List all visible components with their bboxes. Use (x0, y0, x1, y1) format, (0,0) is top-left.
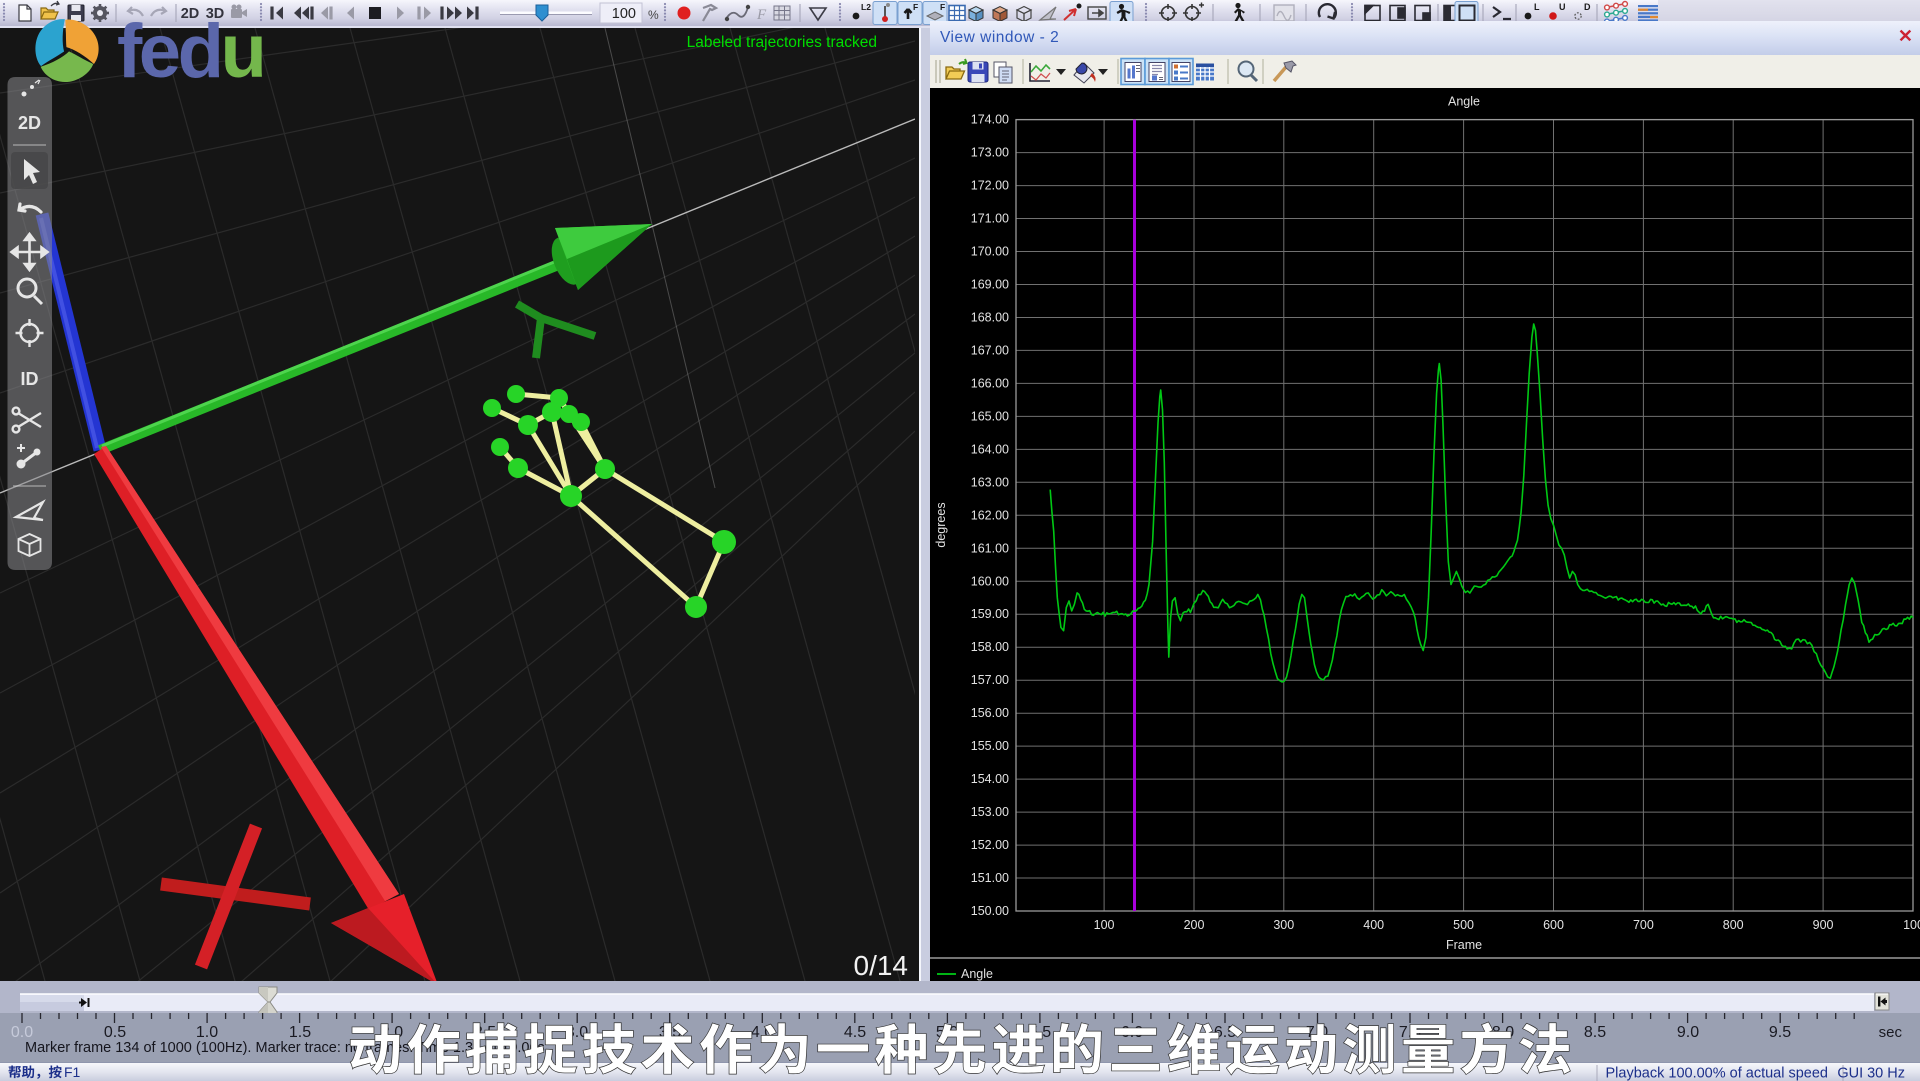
svg-text:500: 500 (1453, 918, 1474, 932)
svg-text:171.00: 171.00 (971, 212, 1009, 226)
svg-text:168.00: 168.00 (971, 311, 1009, 325)
svg-text:159.00: 159.00 (971, 607, 1009, 621)
svg-text:162.00: 162.00 (971, 508, 1009, 522)
svg-text:degrees: degrees (934, 502, 948, 547)
svg-text:600: 600 (1543, 918, 1564, 932)
svg-text:165.00: 165.00 (971, 409, 1009, 423)
svg-text:100: 100 (1094, 918, 1115, 932)
svg-text:Angle: Angle (1448, 95, 1480, 109)
svg-text:F: F (940, 2, 945, 12)
svg-text:172.00: 172.00 (971, 179, 1009, 193)
svg-text:200: 200 (1184, 918, 1205, 932)
svg-text:L2: L2 (861, 2, 871, 12)
svg-text:160.00: 160.00 (971, 574, 1009, 588)
svg-text:161.00: 161.00 (971, 541, 1009, 555)
svg-text:%: % (648, 8, 659, 22)
svg-text:300: 300 (1273, 918, 1294, 932)
svg-text:F: F (913, 2, 918, 12)
svg-text:100: 100 (612, 6, 636, 22)
svg-text:150.00: 150.00 (971, 904, 1009, 918)
svg-text:152.00: 152.00 (971, 838, 1009, 852)
svg-text:Angle: Angle (961, 967, 993, 981)
svg-text:169.00: 169.00 (971, 278, 1009, 292)
svg-text:700: 700 (1633, 918, 1654, 932)
svg-text:Frame: Frame (1446, 938, 1482, 952)
svg-text:174.00: 174.00 (971, 113, 1009, 127)
svg-text:158.00: 158.00 (971, 640, 1009, 654)
svg-text:156.00: 156.00 (971, 706, 1009, 720)
svg-text:154.00: 154.00 (971, 772, 1009, 786)
svg-text:1000: 1000 (1903, 918, 1920, 932)
svg-text:173.00: 173.00 (971, 146, 1009, 160)
svg-text:155.00: 155.00 (971, 739, 1009, 753)
svg-text:800: 800 (1723, 918, 1744, 932)
svg-text:153.00: 153.00 (971, 805, 1009, 819)
svg-text:166.00: 166.00 (971, 376, 1009, 390)
svg-text:151.00: 151.00 (971, 871, 1009, 885)
svg-text:157.00: 157.00 (971, 673, 1009, 687)
svg-text:170.00: 170.00 (971, 245, 1009, 259)
svg-text:164.00: 164.00 (971, 442, 1009, 456)
svg-text:900: 900 (1813, 918, 1834, 932)
svg-text:400: 400 (1363, 918, 1384, 932)
svg-text:U: U (1559, 2, 1566, 12)
svg-text:D: D (1584, 2, 1591, 12)
svg-text:167.00: 167.00 (971, 343, 1009, 357)
svg-text:F: F (756, 7, 767, 23)
svg-text:L: L (1534, 2, 1540, 12)
svg-text:ID: ID (21, 369, 39, 389)
svg-text:163.00: 163.00 (971, 475, 1009, 489)
svg-text:fedu: fedu (117, 9, 263, 94)
